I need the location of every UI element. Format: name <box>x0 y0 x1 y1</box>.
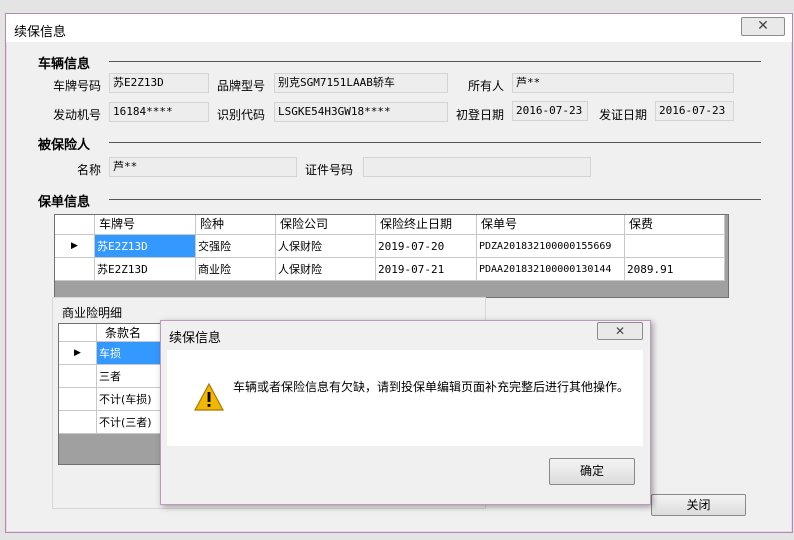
dialog-body: 车辆或者保险信息有欠缺，请到投保单编辑页面补充完整后进行其他操作。 <box>167 350 643 446</box>
policy-grid[interactable]: 车牌号 险种 保险公司 保险终止日期 保单号 保费 ▶ 苏E2Z13D 交强险 … <box>54 214 729 298</box>
row-header[interactable]: ▶ <box>59 342 97 365</box>
close-button[interactable]: 关闭 <box>651 494 746 516</box>
table-cell[interactable]: 人保财险 <box>276 235 376 258</box>
grid-corner <box>55 215 95 235</box>
plate-field[interactable]: 苏E2Z13D <box>109 73 209 93</box>
cert-date-label: 发证日期 <box>599 108 648 122</box>
brand-field[interactable]: 别克SGM7151LAAB轿车 <box>274 73 448 93</box>
divider <box>109 61 761 62</box>
column-header[interactable]: 保费 <box>625 215 725 235</box>
reg-date-label: 初登日期 <box>456 108 505 122</box>
column-header[interactable]: 保险公司 <box>276 215 376 235</box>
window-close-button[interactable]: ✕ <box>741 17 785 36</box>
table-cell[interactable]: PDAA201832100000130144 <box>477 258 625 281</box>
table-cell[interactable]: 2089.91 <box>625 258 725 281</box>
table-cell[interactable]: 2019-07-20 <box>376 235 477 258</box>
grid-corner <box>59 324 97 342</box>
insured-section-title: 被保险人 <box>38 138 91 153</box>
warning-icon <box>193 382 225 411</box>
engine-field[interactable]: 16184**** <box>109 102 209 122</box>
row-header[interactable] <box>59 388 97 411</box>
table-cell[interactable]: 2019-07-21 <box>376 258 477 281</box>
policy-section-title: 保单信息 <box>38 195 91 210</box>
close-icon: ✕ <box>757 18 769 34</box>
dialog-message: 车辆或者保险信息有欠缺，请到投保单编辑页面补充完整后进行其他操作。 <box>233 380 630 394</box>
ok-button[interactable]: 确定 <box>549 458 635 485</box>
reg-date-field[interactable]: 2016-07-23 <box>512 101 588 121</box>
column-header[interactable]: 险种 <box>196 215 276 235</box>
dialog-close-button[interactable]: ✕ <box>597 322 643 340</box>
table-cell[interactable]: PDZA201832100000155669 <box>477 235 625 258</box>
insured-name-label: 名称 <box>77 163 102 177</box>
table-cell[interactable] <box>625 235 725 258</box>
engine-label: 发动机号 <box>53 108 102 122</box>
owner-field[interactable]: 芦** <box>512 73 734 93</box>
row-header[interactable] <box>59 411 97 434</box>
vin-label: 识别代码 <box>217 108 266 122</box>
divider <box>109 199 761 200</box>
brand-label: 品牌型号 <box>217 79 266 93</box>
divider <box>109 142 761 143</box>
table-cell[interactable]: 商业险 <box>196 258 276 281</box>
owner-label: 所有人 <box>468 79 505 93</box>
close-icon: ✕ <box>614 324 626 338</box>
row-header[interactable] <box>59 365 97 388</box>
table-cell[interactable]: 交强险 <box>196 235 276 258</box>
row-header[interactable]: ▶ <box>55 235 95 258</box>
insured-name-field[interactable]: 芦** <box>109 157 297 177</box>
cert-date-field[interactable]: 2016-07-23 <box>655 101 734 121</box>
plate-label: 车牌号码 <box>53 79 102 93</box>
row-pointer-icon: ▶ <box>74 348 81 358</box>
row-pointer-icon: ▶ <box>71 241 78 251</box>
commercial-detail-title: 商业险明细 <box>62 306 123 320</box>
id-number-label: 证件号码 <box>305 163 354 177</box>
column-header[interactable]: 保单号 <box>477 215 625 235</box>
table-cell[interactable]: 人保财险 <box>276 258 376 281</box>
window-titlebar: 续保信息 ✕ <box>6 14 792 42</box>
vehicle-section-title: 车辆信息 <box>38 57 91 72</box>
window-title: 续保信息 <box>14 25 67 40</box>
column-header[interactable]: 车牌号 <box>95 215 196 235</box>
vin-field[interactable]: LSGKE54H3GW18**** <box>274 102 448 122</box>
dialog-title: 续保信息 <box>169 331 222 346</box>
table-cell[interactable]: 苏E2Z13D <box>95 235 196 258</box>
table-cell[interactable]: 苏E2Z13D <box>95 258 196 281</box>
warning-dialog: 续保信息 ✕ 车辆或者保险信息有欠缺，请到投保单编辑页面补充完整后进行其他操作。… <box>160 320 651 505</box>
row-header[interactable] <box>55 258 95 281</box>
id-number-field[interactable] <box>363 157 591 177</box>
column-header[interactable]: 保险终止日期 <box>376 215 477 235</box>
